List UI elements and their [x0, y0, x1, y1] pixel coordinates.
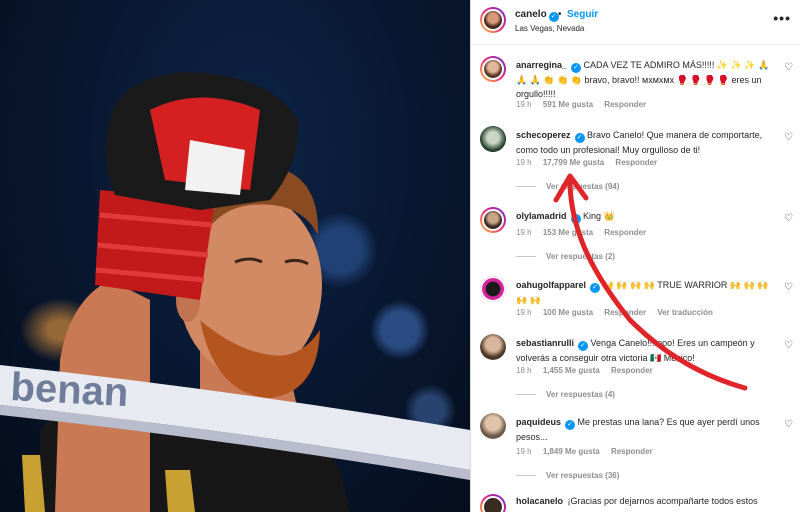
- post-header: canelo ✓ • Seguir Las Vegas, Nevada •••: [471, 0, 800, 45]
- comment-likes[interactable]: 17,799 Me gusta: [543, 158, 604, 167]
- commenter-username[interactable]: paquideus: [516, 417, 561, 427]
- comment-text: anarregina_ ✓ CADA VEZ TE ADMIRO MÁS!!!!!…: [516, 58, 774, 101]
- view-replies-button[interactable]: Ver respuestas (4): [516, 390, 615, 399]
- comment-text: oahugolfapparel ✓ 🙌 🙌 🙌 🙌 TRUE WARRIOR 🙌 …: [516, 278, 774, 307]
- comment-text: paquideus ✓ Me prestas una lana? Es que a…: [516, 415, 774, 444]
- commenter-avatar[interactable]: [480, 334, 506, 360]
- like-heart-icon[interactable]: ♡: [784, 132, 793, 143]
- comment-likes[interactable]: 1,849 Me gusta: [543, 447, 600, 456]
- commenter-username[interactable]: oahugolfapparel: [516, 280, 586, 290]
- verified-badge-icon: ✓: [574, 133, 585, 143]
- commenter-username[interactable]: olylamadrid: [516, 211, 567, 221]
- comment-body: King 👑: [583, 211, 615, 221]
- verified-badge-icon: ✓: [565, 420, 576, 430]
- like-heart-icon[interactable]: ♡: [784, 62, 793, 73]
- like-heart-icon[interactable]: ♡: [784, 419, 793, 430]
- rope-sponsor-text: benan: [10, 365, 130, 415]
- see-translation-button[interactable]: Ver traducción: [657, 308, 713, 317]
- post-location[interactable]: Las Vegas, Nevada: [515, 24, 584, 33]
- commenter-avatar[interactable]: [480, 276, 506, 302]
- comment-text: olylamadrid ✓ King 👑: [516, 209, 774, 224]
- view-replies-button[interactable]: Ver respuestas (36): [516, 471, 619, 480]
- comment-text: schecoperez ✓ Bravo Canelo! Que manera de…: [516, 128, 774, 157]
- comment-meta: 18 h 1,455 Me gusta Responder: [516, 366, 662, 375]
- comment-likes[interactable]: 591 Me gusta: [543, 100, 593, 109]
- comment-text: holacanelo ¡Gracias por dejarnos acompañ…: [516, 494, 774, 508]
- comment-meta: 19 h 17,799 Me gusta Responder: [516, 158, 666, 167]
- comment-meta: 19 h 1,849 Me gusta Responder: [516, 447, 662, 456]
- view-replies-button[interactable]: Ver respuestas (94): [516, 182, 619, 191]
- comment-body: ¡Gracias por dejarnos acompañarte todos …: [567, 496, 758, 506]
- verified-badge-icon: ✓: [571, 63, 582, 73]
- commenter-avatar[interactable]: [480, 494, 506, 512]
- author-username[interactable]: canelo ✓: [515, 9, 559, 22]
- reply-button[interactable]: Responder: [611, 447, 653, 456]
- post-photo: benan: [0, 0, 470, 512]
- commenter-username[interactable]: holacanelo: [516, 496, 563, 506]
- author-avatar[interactable]: [480, 7, 506, 33]
- comment-meta: 19 h 100 Me gusta Responder Ver traducci…: [516, 308, 722, 317]
- comment-text: sebastianrulli ✓ Venga Canelo!!!!ooo! Ere…: [516, 336, 774, 365]
- commenter-username[interactable]: anarregina_: [516, 60, 567, 70]
- verified-badge-icon: ✓: [570, 214, 581, 224]
- comments-panel: canelo ✓ • Seguir Las Vegas, Nevada ••• a…: [470, 0, 800, 512]
- like-heart-icon[interactable]: ♡: [784, 213, 793, 224]
- reply-button[interactable]: Responder: [604, 308, 646, 317]
- view-replies-button[interactable]: Ver respuestas (2): [516, 252, 615, 261]
- like-heart-icon[interactable]: ♡: [784, 340, 793, 351]
- comment-time: 18 h: [516, 366, 532, 375]
- comment-time: 19 h: [516, 447, 532, 456]
- verified-badge-icon: ✓: [590, 283, 601, 293]
- boxer-illustration: benan: [0, 72, 470, 512]
- comment-time: 19 h: [516, 308, 532, 317]
- comment-time: 19 h: [516, 158, 532, 167]
- commenter-avatar[interactable]: [480, 126, 506, 152]
- separator-dot: •: [558, 9, 562, 20]
- more-options-icon[interactable]: •••: [773, 10, 791, 26]
- comment-time: 19 h: [516, 100, 532, 109]
- comment-meta: 19 h 153 Me gusta Responder: [516, 228, 655, 237]
- follow-button[interactable]: Seguir: [567, 9, 598, 20]
- commenter-avatar[interactable]: [480, 207, 506, 233]
- like-heart-icon[interactable]: ♡: [784, 282, 793, 293]
- reply-button[interactable]: Responder: [604, 228, 646, 237]
- verified-badge-icon: ✓: [578, 341, 589, 351]
- commenter-username[interactable]: sebastianrulli: [516, 338, 574, 348]
- commenter-avatar[interactable]: [480, 56, 506, 82]
- comment-time: 19 h: [516, 228, 532, 237]
- author-username-text[interactable]: canelo: [515, 9, 547, 20]
- comment-meta: 19 h 591 Me gusta Responder: [516, 100, 655, 109]
- reply-button[interactable]: Responder: [615, 158, 657, 167]
- comment-likes[interactable]: 100 Me gusta: [543, 308, 593, 317]
- reply-button[interactable]: Responder: [604, 100, 646, 109]
- commenter-avatar[interactable]: [480, 413, 506, 439]
- reply-button[interactable]: Responder: [611, 366, 653, 375]
- commenter-username[interactable]: schecoperez: [516, 130, 571, 140]
- comment-likes[interactable]: 153 Me gusta: [543, 228, 593, 237]
- comment-likes[interactable]: 1,455 Me gusta: [543, 366, 600, 375]
